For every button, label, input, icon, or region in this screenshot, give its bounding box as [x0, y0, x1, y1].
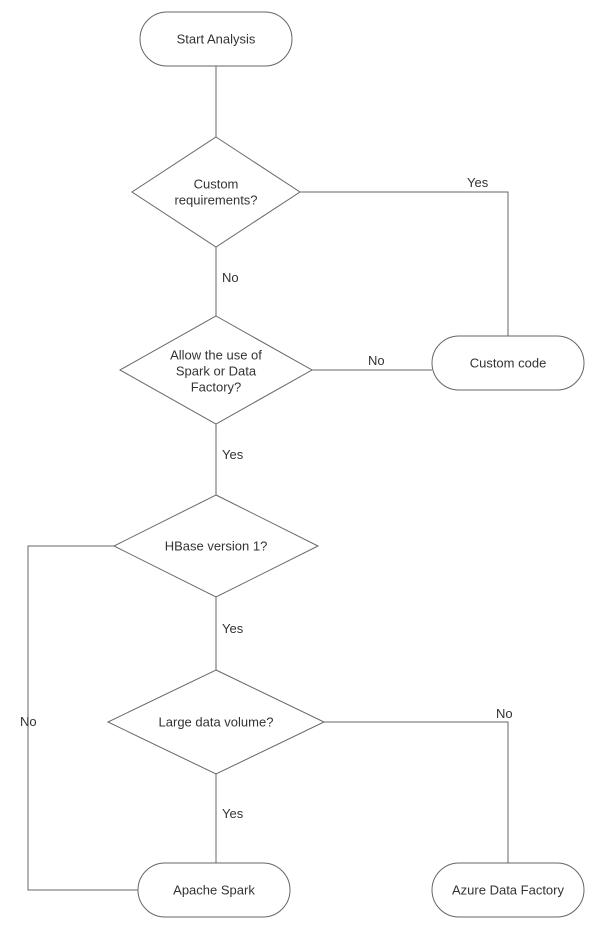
decision-hbase-label: HBase version 1?: [165, 538, 268, 553]
decision-custom-requirements-label-2: requirements?: [174, 192, 257, 207]
edge-no-1: No: [222, 270, 239, 285]
edge-no-4: No: [496, 706, 513, 721]
connector: [300, 192, 508, 336]
start-label: Start Analysis: [177, 31, 256, 46]
result-custom-code-label: Custom code: [470, 355, 547, 370]
edge-no-3: No: [20, 714, 37, 729]
decision-allow-spark-label-2: Spark or Data: [176, 363, 257, 378]
edge-yes-4: Yes: [222, 806, 244, 821]
decision-large-data-label: Large data volume?: [159, 714, 274, 729]
decision-custom-requirements-label-1: Custom: [194, 176, 239, 191]
edge-yes-1: Yes: [467, 175, 489, 190]
result-azure-data-factory-label: Azure Data Factory: [452, 882, 564, 897]
decision-allow-spark-label-1: Allow the use of: [170, 347, 262, 362]
decision-allow-spark-label-3: Factory?: [191, 379, 242, 394]
result-apache-spark-label: Apache Spark: [173, 882, 255, 897]
connector: [324, 722, 508, 863]
edge-no-2: No: [368, 353, 385, 368]
edge-yes-2: Yes: [222, 447, 244, 462]
edge-yes-3: Yes: [222, 621, 244, 636]
